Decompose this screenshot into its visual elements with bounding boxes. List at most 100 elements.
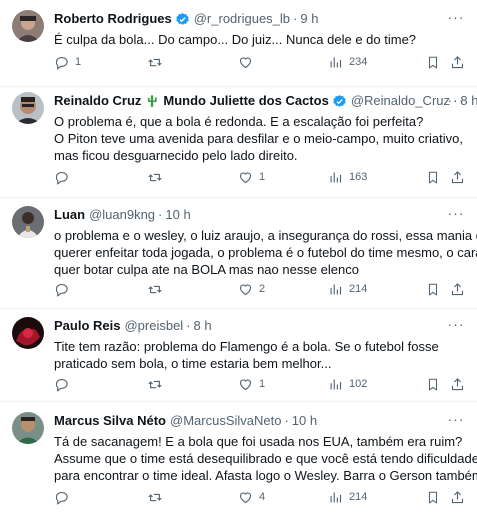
tweet-text: Tá de sacanagem! E a bola que foi usada … [54,433,477,485]
avatar[interactable] [12,92,44,124]
user-handle[interactable]: @Reinaldo_Cruz [351,92,450,110]
reply-icon [54,55,69,70]
retweet-button[interactable] [147,282,169,297]
avatar[interactable] [12,10,44,42]
display-name[interactable]: Reinaldo Cruz [54,92,141,110]
bookmark-button[interactable] [426,55,440,70]
bookmark-icon [426,377,440,392]
bookmark-button[interactable] [426,377,440,392]
like-button[interactable]: 4 [238,490,265,505]
display-name[interactable]: Marcus Silva Néto [54,412,166,430]
like-button[interactable] [238,55,259,70]
share-button[interactable] [450,490,465,505]
views-count: 234 [349,56,368,68]
tweet[interactable]: Roberto Rodrigues @r_rodrigues_lb · 9 h … [0,0,477,87]
text-line: o problema e o wesley, o luiz araujo, a … [54,228,477,243]
text-line: Assume que o time está desequilibrado e … [54,451,477,467]
more-options-icon[interactable]: ··· [447,316,465,334]
views-button[interactable]: 214 [328,490,367,505]
retweet-button[interactable] [147,55,169,70]
reply-button[interactable] [54,282,75,297]
heart-icon [238,282,253,297]
reply-button[interactable]: 1 [54,55,81,70]
separator-dot: · [293,11,298,26]
text-line: Tite tem razão: problema do Flamengo é a… [54,339,439,354]
heart-icon [238,377,253,392]
timestamp[interactable]: 9 h [300,10,318,28]
avatar[interactable] [12,412,44,444]
more-options-icon[interactable]: ··· [447,411,465,429]
like-count: 4 [259,491,266,503]
views-chart-icon [328,170,343,185]
more-options-icon[interactable]: ··· [447,9,465,27]
text-line: O problema é, que a bola é redonda. E a … [54,114,424,129]
user-handle[interactable]: @preisbel [124,317,183,335]
text-line: querer enfeitar toda jogada, o problema … [54,245,477,261]
retweet-icon [147,55,163,70]
retweet-button[interactable] [147,170,169,185]
tweet[interactable]: Marcus Silva Néto @MarcusSilvaNeto · 10 … [0,402,477,521]
like-button[interactable]: 1 [238,377,265,392]
tweet-text: O problema é, que a bola é redonda. E a … [54,113,469,165]
share-button[interactable] [450,55,465,70]
retweet-icon [147,282,163,297]
views-button[interactable]: 234 [328,55,367,70]
share-icon [450,170,465,185]
reply-icon [54,282,69,297]
bookmark-button[interactable] [426,490,440,505]
tweet[interactable]: Luan @luan9kng · 10 h o problema e o wes… [0,198,477,309]
like-button[interactable]: 1 [238,170,265,185]
verified-badge-icon [332,94,347,109]
display-name-suffix[interactable]: Mundo Juliette dos Cactos [163,92,328,110]
timestamp[interactable]: 10 h [292,412,317,430]
views-button[interactable]: 163 [328,170,367,185]
like-button[interactable]: 2 [238,282,265,297]
reply-button[interactable] [54,377,75,392]
heart-icon [238,55,253,70]
text-line: É culpa da bola... Do campo... Do juiz..… [54,32,417,47]
bookmark-button[interactable] [426,170,440,185]
like-count: 1 [259,378,266,390]
timestamp[interactable]: 10 h [165,206,190,224]
display-name[interactable]: Roberto Rodrigues [54,10,172,28]
reply-count: 1 [75,56,82,68]
bookmark-icon [426,282,440,297]
views-count: 163 [349,171,368,183]
views-chart-icon [328,282,343,297]
reply-button[interactable] [54,490,75,505]
reply-icon [54,170,69,185]
user-handle[interactable]: @MarcusSilvaNeto [170,412,281,430]
text-line: quer botar culpa ate na BOLA mas nao nes… [54,262,359,278]
reply-icon [54,490,69,505]
retweet-button[interactable] [147,377,169,392]
views-chart-icon [328,377,343,392]
bookmark-icon [426,55,440,70]
tweet[interactable]: Reinaldo Cruz Mundo Juliette dos Cactos … [0,87,477,198]
avatar[interactable] [12,206,44,238]
share-button[interactable] [450,170,465,185]
verified-badge-icon [175,12,190,27]
views-button[interactable]: 214 [328,282,367,297]
retweet-button[interactable] [147,490,169,505]
more-options-icon[interactable]: ··· [447,205,465,223]
text-line: praticado sem bola, o time estaria bem m… [54,356,332,372]
user-handle[interactable]: @r_rodrigues_lb [194,10,290,28]
separator-dot: · [284,413,289,428]
reply-button[interactable] [54,170,75,185]
heart-icon [238,170,253,185]
reply-feed: Roberto Rodrigues @r_rodrigues_lb · 9 h … [0,0,477,521]
cactus-icon [145,94,159,108]
display-name[interactable]: Paulo Reis [54,317,120,335]
views-button[interactable]: 102 [328,377,367,392]
timestamp[interactable]: 8 h [194,317,212,335]
share-button[interactable] [450,377,465,392]
tweet[interactable]: Paulo Reis @preisbel · 8 h Tite tem razã… [0,309,477,402]
more-options-icon[interactable]: ··· [447,92,465,110]
display-name[interactable]: Luan [54,206,85,224]
text-line: mas ficou desguarnecido pelo lado direit… [54,148,298,164]
bookmark-button[interactable] [426,282,440,297]
share-button[interactable] [450,282,465,297]
avatar[interactable] [12,317,44,349]
user-handle[interactable]: @luan9kng [89,206,155,224]
retweet-icon [147,490,163,505]
